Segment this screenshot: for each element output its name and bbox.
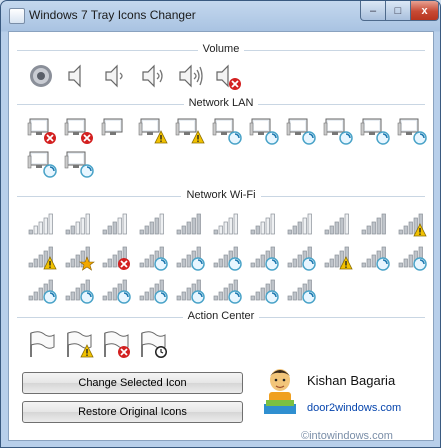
wifi-busy-icon[interactable] bbox=[208, 273, 245, 306]
wifi-busy-icon[interactable] bbox=[97, 273, 134, 306]
watermark: ©intowindows.com bbox=[301, 430, 393, 442]
speaker-muted-icon[interactable] bbox=[208, 60, 245, 93]
lan-busy-icon[interactable] bbox=[356, 114, 393, 147]
wifi-star-icon[interactable] bbox=[60, 240, 97, 273]
lan-busy-icon[interactable] bbox=[60, 147, 97, 180]
wifi-busy-icon[interactable] bbox=[171, 240, 208, 273]
wifi-4-icon[interactable] bbox=[134, 207, 171, 240]
wifi-warning-icon[interactable] bbox=[23, 240, 60, 273]
app-icon bbox=[9, 8, 25, 24]
lan-icons bbox=[23, 114, 430, 180]
flag-warning-icon[interactable] bbox=[60, 328, 97, 361]
wifi-busy-icon[interactable] bbox=[134, 240, 171, 273]
wifi-busy-icon[interactable] bbox=[60, 273, 97, 306]
lan-busy-icon[interactable] bbox=[282, 114, 319, 147]
volume-icons bbox=[23, 60, 263, 93]
wifi-busy-icon[interactable] bbox=[245, 240, 282, 273]
lan-busy-icon[interactable] bbox=[393, 114, 430, 147]
minimize-button[interactable]: – bbox=[360, 1, 386, 21]
wifi-warning-icon[interactable] bbox=[319, 240, 356, 273]
author-name: Kishan Bagaria bbox=[307, 373, 396, 388]
wifi-warning-icon[interactable] bbox=[393, 207, 430, 240]
speaker-waves-3-icon[interactable] bbox=[171, 60, 208, 93]
lan-disconnected-icon[interactable] bbox=[23, 114, 60, 147]
change-selected-icon-button[interactable]: Change Selected Icon bbox=[22, 372, 243, 394]
maximize-button[interactable]: □ bbox=[385, 1, 411, 21]
restore-original-icons-button[interactable]: Restore Original Icons bbox=[22, 401, 243, 423]
client-area: Volume Network LAN Network Wi-Fi Action … bbox=[8, 31, 434, 441]
close-button[interactable]: x bbox=[410, 1, 439, 21]
lan-warning-icon[interactable] bbox=[134, 114, 171, 147]
section-action-center: Action Center bbox=[17, 310, 425, 324]
wifi-busy-icon[interactable] bbox=[393, 240, 430, 273]
section-lan-label: Network LAN bbox=[183, 97, 259, 109]
wifi-4-icon[interactable] bbox=[319, 207, 356, 240]
wifi-busy-icon[interactable] bbox=[134, 273, 171, 306]
wifi-5-icon[interactable] bbox=[171, 207, 208, 240]
flag-error-icon[interactable] bbox=[97, 328, 134, 361]
section-network-wifi: Network Wi-Fi bbox=[17, 189, 425, 203]
wifi-busy-icon[interactable] bbox=[23, 273, 60, 306]
lan-icon[interactable] bbox=[97, 114, 134, 147]
wifi-3-icon[interactable] bbox=[282, 207, 319, 240]
app-window: Windows 7 Tray Icons Changer – □ x Volum… bbox=[0, 0, 441, 448]
wifi-3-icon[interactable] bbox=[97, 207, 134, 240]
wifi-busy-icon[interactable] bbox=[208, 240, 245, 273]
section-network-lan: Network LAN bbox=[17, 97, 425, 111]
wifi-disconnected-icon[interactable] bbox=[97, 240, 134, 273]
speaker-muted-waves-0-icon[interactable] bbox=[60, 60, 97, 93]
author-link[interactable]: door2windows.com bbox=[307, 402, 401, 414]
wifi-busy-icon[interactable] bbox=[356, 240, 393, 273]
speaker-waves-1-icon[interactable] bbox=[97, 60, 134, 93]
lan-busy-icon[interactable] bbox=[208, 114, 245, 147]
lan-warning-icon[interactable] bbox=[171, 114, 208, 147]
section-wifi-label: Network Wi-Fi bbox=[181, 189, 261, 201]
flag-icon[interactable] bbox=[23, 328, 60, 361]
wifi-2-icon[interactable] bbox=[245, 207, 282, 240]
flag-clock-icon[interactable] bbox=[134, 328, 171, 361]
wifi-busy-icon[interactable] bbox=[282, 273, 319, 306]
window-title: Windows 7 Tray Icons Changer bbox=[29, 8, 196, 22]
section-volume: Volume bbox=[17, 43, 425, 57]
wifi-busy-icon[interactable] bbox=[245, 273, 282, 306]
title-bar[interactable]: Windows 7 Tray Icons Changer – □ x bbox=[1, 1, 440, 31]
wifi-busy-icon[interactable] bbox=[171, 273, 208, 306]
wifi-1-icon[interactable] bbox=[23, 207, 60, 240]
wifi-1-icon[interactable] bbox=[208, 207, 245, 240]
author-avatar bbox=[264, 369, 296, 414]
speaker-waves-2-icon[interactable] bbox=[134, 60, 171, 93]
lan-busy-icon[interactable] bbox=[245, 114, 282, 147]
wifi-icons bbox=[23, 207, 430, 306]
section-action-label: Action Center bbox=[182, 310, 260, 322]
speaker-round-icon[interactable] bbox=[23, 60, 60, 93]
wifi-2-icon[interactable] bbox=[60, 207, 97, 240]
lan-busy-icon[interactable] bbox=[23, 147, 60, 180]
action-center-icons bbox=[23, 328, 183, 361]
section-volume-label: Volume bbox=[197, 43, 245, 55]
lan-disconnected-icon[interactable] bbox=[60, 114, 97, 147]
wifi-5-icon[interactable] bbox=[356, 207, 393, 240]
wifi-busy-icon[interactable] bbox=[282, 240, 319, 273]
lan-busy-icon[interactable] bbox=[319, 114, 356, 147]
